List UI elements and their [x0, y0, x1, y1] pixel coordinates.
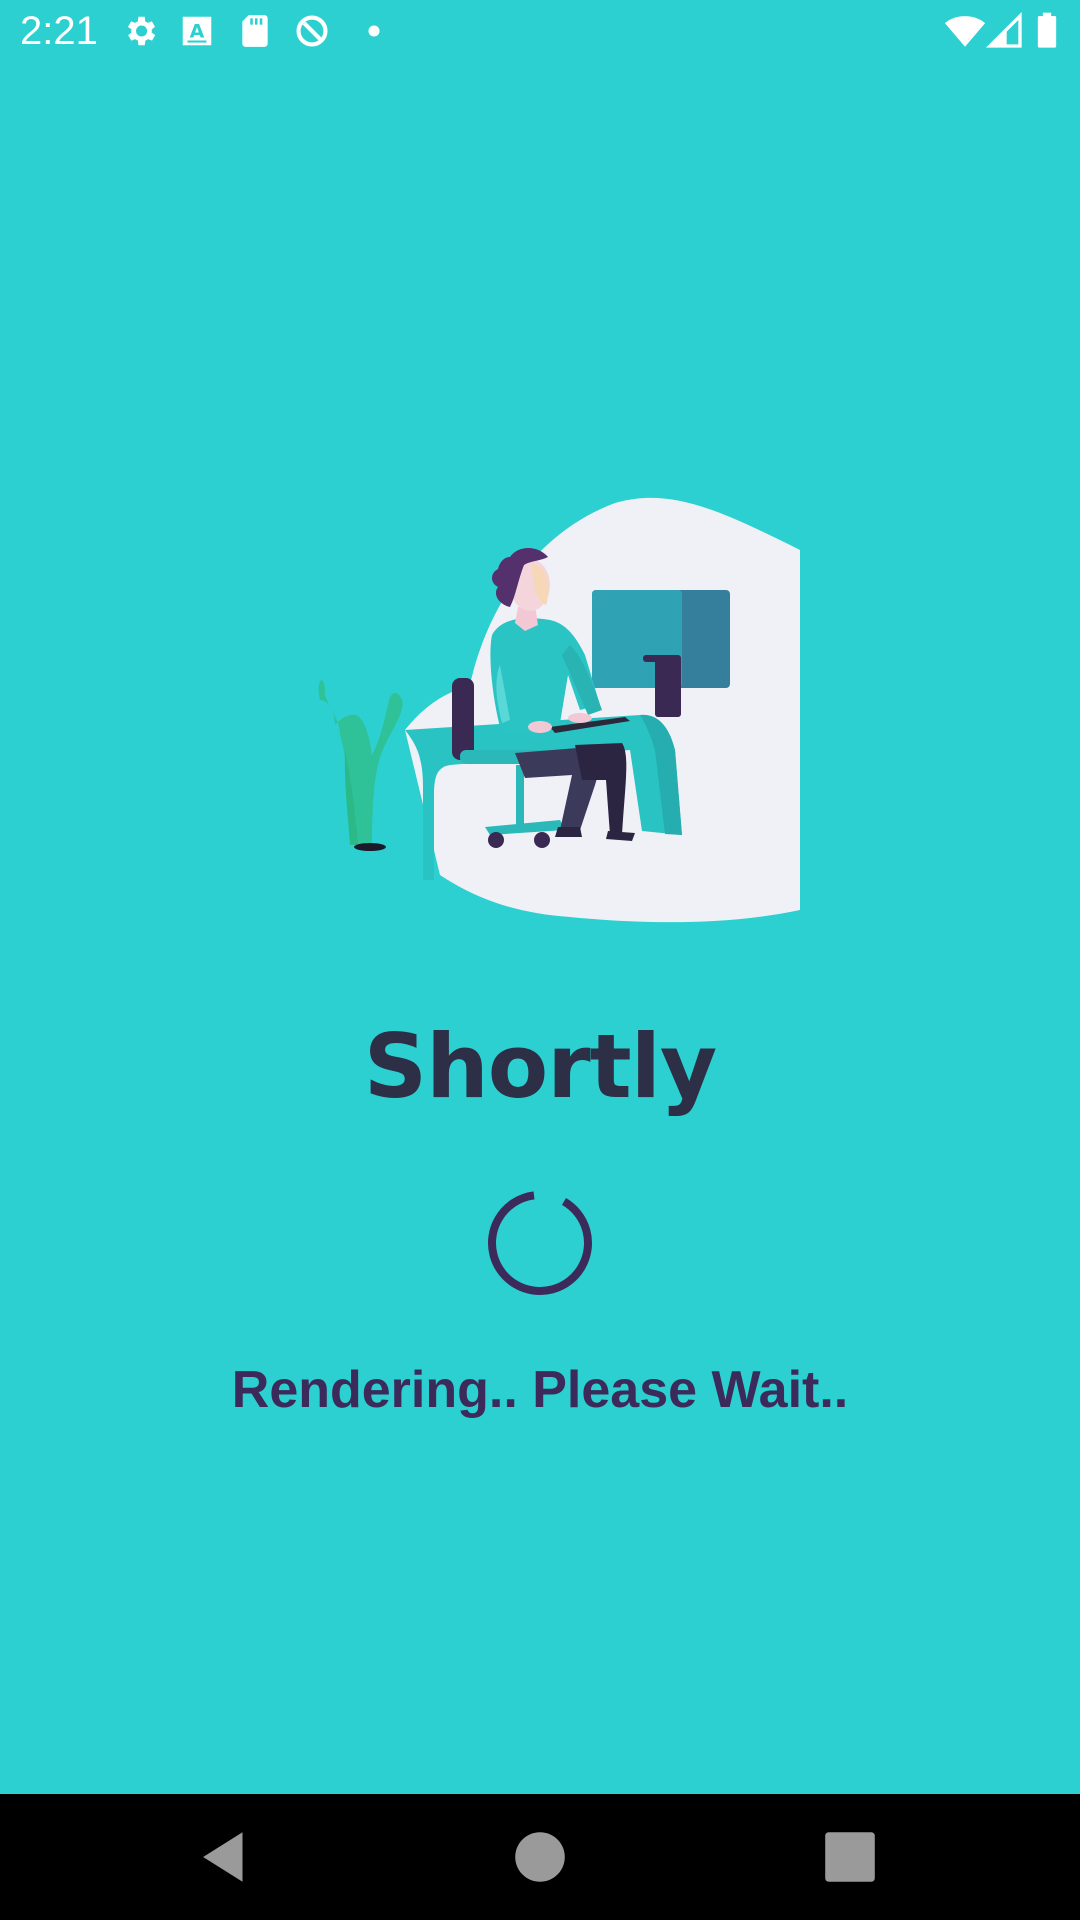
dot-icon [368, 25, 380, 37]
chair-illustration [452, 678, 474, 760]
battery-icon [1037, 12, 1057, 48]
plant-illustration [318, 680, 403, 851]
home-icon[interactable] [505, 1822, 575, 1892]
status-time: 2:21 [20, 9, 98, 53]
loading-spinner [488, 1191, 592, 1295]
person-working-at-desk-illustration [318, 497, 800, 923]
wifi-icon [944, 16, 986, 47]
sd-card-icon [242, 15, 268, 47]
q-ring-icon [296, 15, 328, 47]
signal-icon [985, 11, 1022, 48]
navigation-bar [0, 1794, 1080, 1920]
recents-icon[interactable] [815, 1822, 885, 1892]
status-bar: 2:21 A [0, 0, 1080, 63]
app-title: Shortly [363, 1015, 717, 1118]
splash-screen: 2:21 A Shortly Rendering.. Please Wait.. [0, 0, 1080, 1920]
font-a-icon: A [182, 16, 212, 46]
loading-text: Rendering.. Please Wait.. [231, 1361, 849, 1419]
svg-text:A: A [190, 20, 205, 42]
settings-icon [127, 16, 156, 46]
back-icon[interactable] [190, 1822, 260, 1892]
